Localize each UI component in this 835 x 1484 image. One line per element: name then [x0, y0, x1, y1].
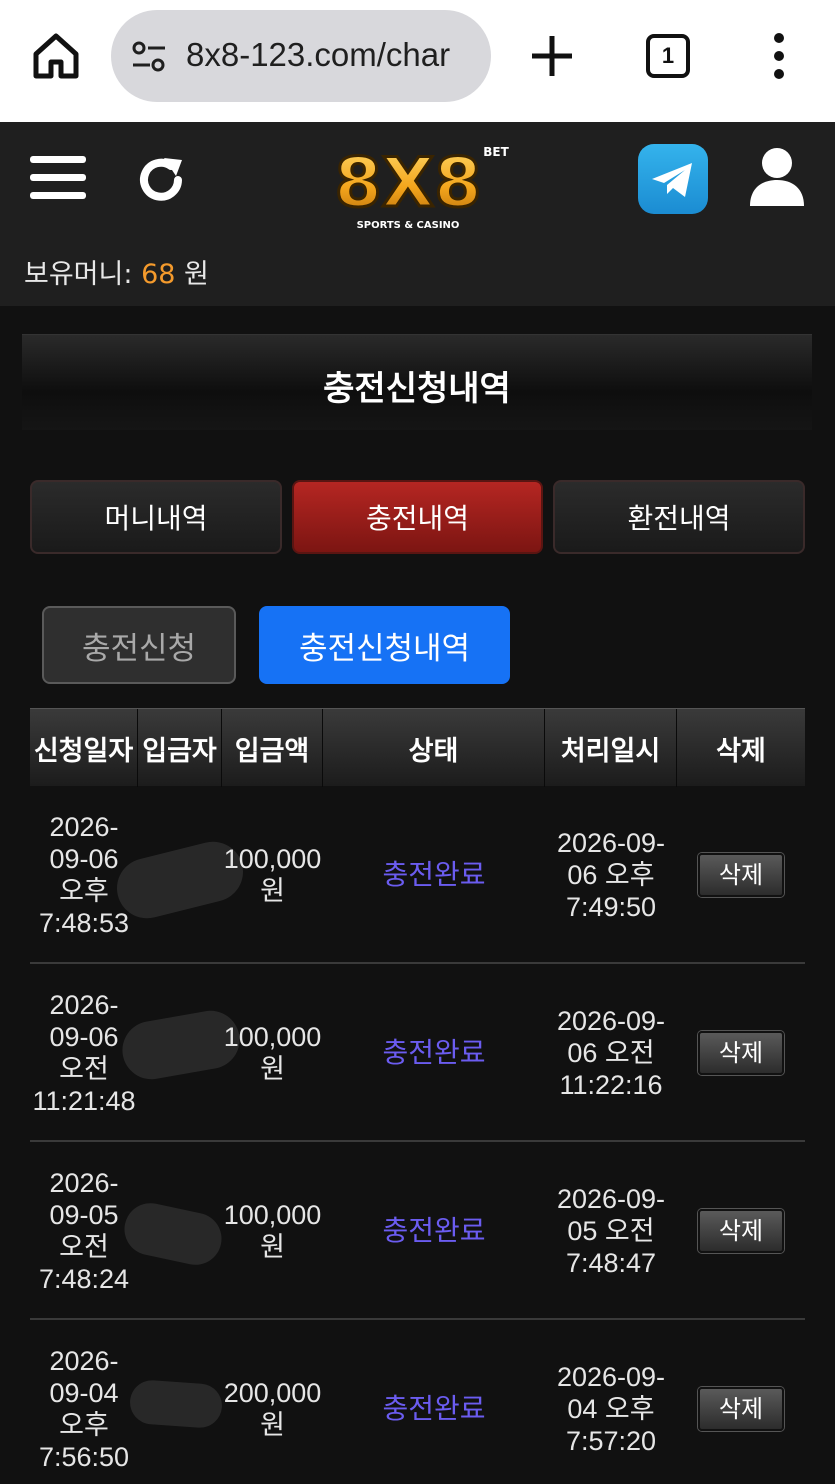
- logo-text: 8X8: [334, 144, 481, 223]
- delete-cell: 삭제: [677, 1320, 805, 1484]
- tab-exchange-history[interactable]: 환전내역: [553, 480, 805, 554]
- tab-charge-history[interactable]: 충전내역: [292, 480, 543, 554]
- balance-display: 보유머니: 68 원: [24, 252, 209, 291]
- tab-charge-request[interactable]: 충전신청: [42, 606, 236, 684]
- column-header-amount: 입금액: [222, 709, 323, 787]
- delete-button[interactable]: 삭제: [698, 1387, 784, 1431]
- address-bar[interactable]: 8x8-123.com/char: [111, 10, 491, 102]
- tab-money-history[interactable]: 머니내역: [30, 480, 282, 554]
- delete-button[interactable]: 삭제: [698, 1209, 784, 1253]
- delete-button[interactable]: 삭제: [698, 853, 784, 897]
- delete-cell: 삭제: [677, 1142, 805, 1320]
- table-header: 신청일자 입금자 입금액 상태 처리일시 삭제: [30, 708, 805, 787]
- tab-label: 환전내역: [627, 502, 731, 535]
- table-row: 2026- 09-04 오후 7:56:50 200,000 원 충전완료 2026-0…: [30, 1320, 805, 1484]
- column-header-status: 상태: [323, 709, 545, 787]
- column-header-delete: 삭제: [716, 735, 766, 767]
- redacted-depositor: [128, 1378, 224, 1430]
- tab-label: 충전신청내역: [298, 630, 471, 667]
- logo-tagline: SPORTS & CASINO: [357, 220, 460, 231]
- amount-cell: 100,000 원: [223, 1200, 322, 1262]
- processed-date-cell: 2026-09- 05 오전 7:48:47: [556, 1184, 666, 1278]
- page-title: 충전신청내역: [323, 369, 511, 409]
- browser-toolbar: 8x8-123.com/char 1: [0, 0, 835, 122]
- tab-switcher-button[interactable]: 1: [646, 34, 690, 78]
- column-header-processed: 처리일시: [545, 709, 677, 787]
- column-header-depositor: 입금자: [138, 709, 222, 787]
- telegram-icon: [652, 163, 692, 197]
- delete-button[interactable]: 삭제: [698, 1031, 784, 1075]
- refresh-icon[interactable]: [136, 154, 188, 206]
- user-icon[interactable]: [748, 146, 806, 208]
- status-badge: 충전완료: [382, 1214, 486, 1247]
- telegram-button[interactable]: [638, 144, 708, 214]
- delete-cell: 삭제: [677, 786, 805, 964]
- processed-date-cell: 2026-09- 04 오후 7:57:20: [556, 1362, 666, 1456]
- status-badge: 충전완료: [382, 1392, 486, 1425]
- home-icon[interactable]: [30, 30, 82, 82]
- tab-label: 충전신청: [81, 630, 197, 667]
- logo[interactable]: 8X8 BET SPORTS & CASINO: [326, 134, 510, 232]
- balance-amount: 68: [141, 259, 176, 290]
- page-title-panel: 충전신청내역: [22, 334, 812, 430]
- processed-date-cell: 2026-09- 06 오전 11:22:16: [556, 1006, 666, 1100]
- logo-badge: BET: [483, 145, 509, 159]
- column-header-request-date: 신청일자: [30, 709, 138, 787]
- amount-cell: 100,000 원: [223, 844, 322, 906]
- tune-icon[interactable]: [131, 40, 167, 74]
- tab-count: 1: [661, 43, 675, 68]
- tab-charge-request-history[interactable]: 충전신청내역: [259, 606, 510, 684]
- delete-cell: 삭제: [677, 964, 805, 1142]
- table-row: 2026- 09-06 오전 11:21:48 100,000 원 충전완료 2026-…: [30, 964, 805, 1142]
- processed-date-cell: 2026-09- 06 오후 7:49:50: [556, 828, 666, 922]
- status-badge: 충전완료: [382, 1036, 486, 1069]
- hamburger-icon[interactable]: [30, 152, 86, 204]
- request-date-cell: 2026- 09-05 오전 7:48:24: [38, 1168, 130, 1294]
- url-text: 8x8-123.com/char: [186, 36, 451, 73]
- amount-cell: 200,000 원: [223, 1378, 322, 1440]
- balance-label: 보유머니:: [24, 259, 133, 290]
- site-header: 8X8 BET SPORTS & CASINO 보유머니: 68 원: [0, 122, 835, 306]
- tab-label: 충전내역: [365, 502, 470, 535]
- table-row: 2026- 09-06 오후 7:48:53 100,000 원 충전완료 2026-0…: [30, 786, 805, 964]
- plus-icon[interactable]: [528, 32, 576, 80]
- table-row: 2026- 09-05 오전 7:48:24 100,000 원 충전완료 2026-0…: [30, 1142, 805, 1320]
- amount-cell: 100,000 원: [223, 1022, 322, 1084]
- balance-unit: 원: [184, 259, 209, 290]
- request-date-cell: 2026- 09-04 오후 7:56:50: [38, 1346, 130, 1472]
- more-vert-icon[interactable]: [766, 32, 792, 80]
- status-badge: 충전완료: [382, 858, 486, 891]
- tab-label: 머니내역: [104, 502, 208, 535]
